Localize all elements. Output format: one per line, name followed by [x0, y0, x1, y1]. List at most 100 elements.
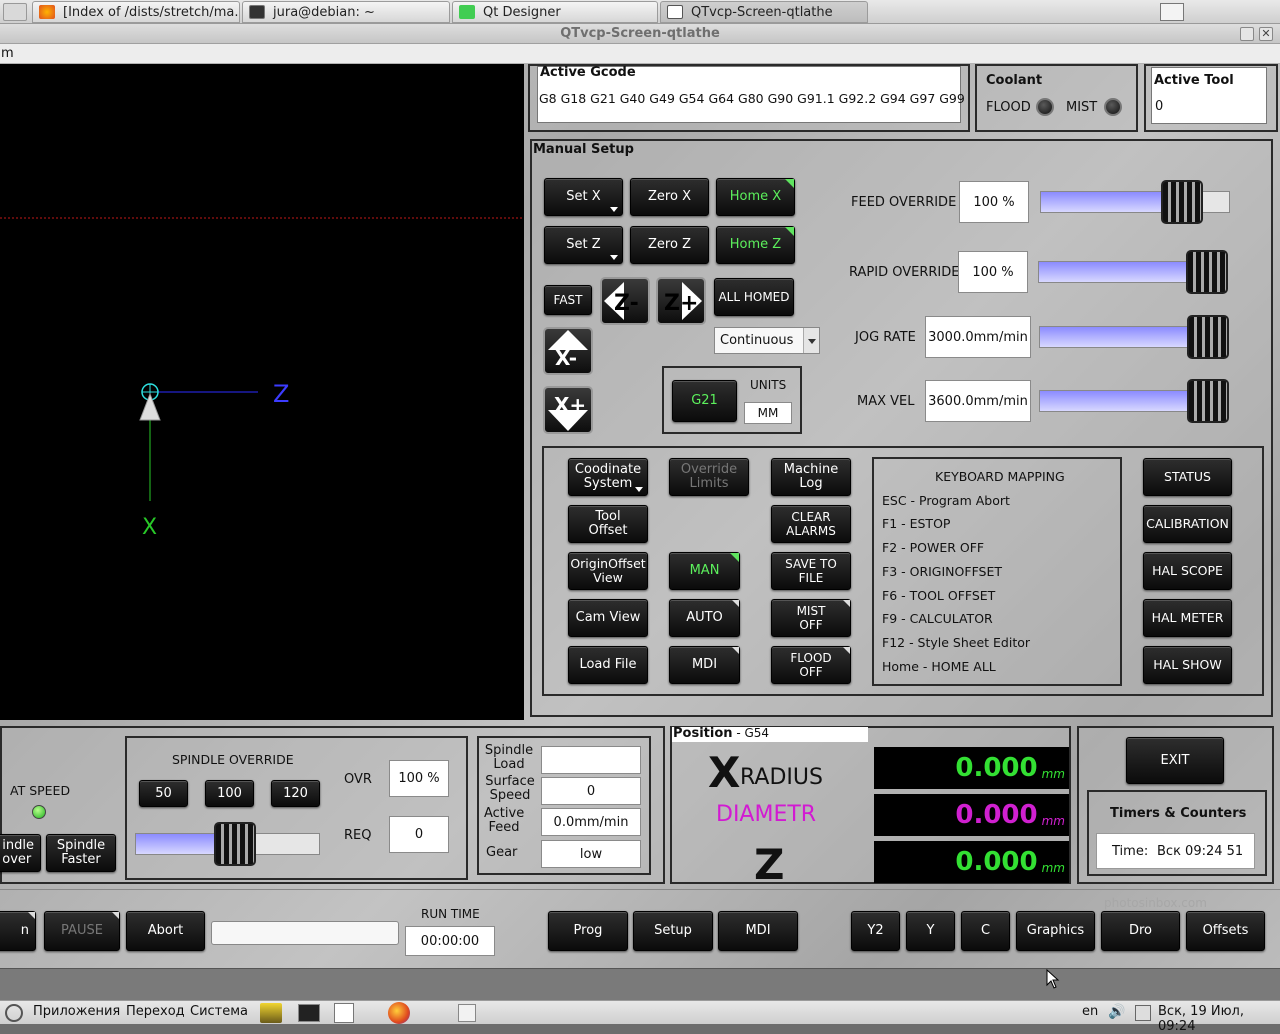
menu-item[interactable]: m — [0, 46, 14, 61]
tab-terminal[interactable]: jura@debian: ~ — [242, 1, 450, 23]
flood-off-button[interactable]: FLOOD OFF — [771, 646, 851, 684]
graphics-preview[interactable]: Z X — [0, 64, 524, 720]
home-z-button[interactable]: Home Z — [716, 226, 795, 264]
tab-qt-designer[interactable]: Qt Designer — [452, 1, 658, 23]
active-tool-value: 0 — [1155, 99, 1164, 114]
menu-places[interactable]: Переход — [126, 1004, 185, 1019]
active-feed-label: Active Feed — [484, 806, 525, 835]
spindle-50-button[interactable]: 50 — [139, 780, 188, 807]
linuxcnc-launcher-icon[interactable] — [260, 1003, 282, 1023]
terminal-launcher-icon[interactable] — [298, 1004, 320, 1022]
set-z-button[interactable]: Set Z — [544, 226, 623, 264]
at-speed-led — [32, 805, 46, 819]
rapid-override-handle[interactable] — [1186, 250, 1228, 294]
view-y-button[interactable]: Y — [906, 911, 955, 951]
app-menu-icon[interactable] — [3, 3, 27, 21]
trash-icon[interactable] — [458, 1004, 476, 1022]
menu-system[interactable]: Система — [190, 1004, 248, 1019]
home-x-button[interactable]: Home X — [716, 178, 795, 216]
zero-z-button[interactable]: Zero Z — [630, 226, 709, 264]
hal-show-button[interactable]: HAL SHOW — [1143, 646, 1232, 684]
network-icon[interactable] — [1135, 1005, 1151, 1021]
override-limits-button[interactable]: Override Limits — [669, 458, 749, 496]
jog-x-minus-button[interactable]: X- — [543, 327, 593, 375]
volume-icon[interactable]: 🔊 — [1108, 1004, 1125, 1020]
zero-x-button[interactable]: Zero X — [630, 178, 709, 216]
auto-mode-button[interactable]: AUTO — [669, 599, 740, 637]
program-progress-bar — [211, 921, 399, 945]
window-icon — [667, 5, 683, 19]
units-value: MM — [744, 402, 792, 424]
machine-log-button[interactable]: Machine Log — [771, 458, 851, 496]
clock[interactable]: Вск, 19 Июл, 09:24 — [1158, 1004, 1280, 1034]
abort-button[interactable]: Abort — [126, 911, 205, 951]
firefox-launcher-icon[interactable] — [388, 1002, 410, 1024]
firefox-icon — [39, 5, 55, 19]
coord-system-button[interactable]: Coodinate System — [568, 458, 648, 496]
keymap-item: F1 - ESTOP — [882, 516, 951, 531]
spindle-100-button[interactable]: 100 — [205, 780, 254, 807]
fast-button[interactable]: FAST — [544, 285, 592, 315]
gear-label: Gear — [486, 845, 518, 860]
tab-setup[interactable]: Setup — [633, 911, 713, 951]
taskbar: Приложения Переход Система en 🔊 Вск, 19 … — [0, 1000, 1280, 1034]
jog-z-minus-button[interactable]: Z- — [600, 277, 650, 325]
calibration-button[interactable]: CALIBRATION — [1143, 505, 1232, 543]
jog-mode-select[interactable]: Continuous — [714, 327, 820, 354]
diametr-label: DIAMETR — [716, 802, 817, 827]
window-tab-bar: [Index of /dists/stretch/ma... jura@debi… — [0, 0, 1280, 24]
view-y2-button[interactable]: Y2 — [851, 911, 900, 951]
spindle-120-button[interactable]: 120 — [271, 780, 320, 807]
chevron-down-icon — [803, 328, 819, 353]
max-vel-handle[interactable] — [1187, 379, 1229, 423]
view-offsets-button[interactable]: Offsets — [1186, 911, 1265, 951]
jog-rate-label: JOG RATE — [855, 330, 916, 345]
load-file-button[interactable]: Load File — [568, 646, 648, 684]
show-desktop-icon[interactable] — [1160, 3, 1184, 21]
spindle-slower-button[interactable]: indle over — [0, 834, 41, 872]
set-x-button[interactable]: Set X — [544, 178, 623, 216]
svg-text:Z+: Z+ — [664, 291, 698, 316]
rapid-override-value: 100 % — [958, 251, 1028, 293]
status-button[interactable]: STATUS — [1143, 458, 1232, 496]
spindle-override-handle[interactable] — [213, 822, 256, 866]
tab-mdi[interactable]: MDI — [718, 911, 798, 951]
jog-z-plus-button[interactable]: Z+ — [656, 277, 706, 325]
keymap-item: F12 - Style Sheet Editor — [882, 635, 1031, 650]
jog-rate-handle[interactable] — [1187, 315, 1229, 359]
tab-qtvcp[interactable]: QTvcp-Screen-qtlathe — [660, 1, 868, 23]
cam-view-button[interactable]: Cam View — [568, 599, 648, 637]
tool-offset-button[interactable]: Tool Offset — [568, 505, 648, 543]
close-icon[interactable]: ✕ — [1259, 27, 1273, 41]
view-graphics-button[interactable]: Graphics — [1016, 911, 1095, 951]
view-c-button[interactable]: C — [961, 911, 1010, 951]
tab-firefox[interactable]: [Index of /dists/stretch/ma... — [32, 1, 240, 23]
man-mode-button[interactable]: MAN — [669, 552, 740, 590]
mist-off-button[interactable]: MIST OFF — [771, 599, 851, 637]
hal-meter-button[interactable]: HAL METER — [1143, 599, 1232, 637]
view-dro-button[interactable]: Dro — [1101, 911, 1180, 951]
clear-alarms-button[interactable]: CLEAR ALARMS — [771, 505, 851, 543]
g21-button[interactable]: G21 — [672, 380, 737, 422]
keyboard-layout[interactable]: en — [1082, 1004, 1098, 1019]
minimize-icon[interactable] — [1240, 27, 1254, 41]
tab-prog[interactable]: Prog — [548, 911, 628, 951]
run-button[interactable]: n — [0, 911, 36, 951]
tab-label: QTvcp-Screen-qtlathe — [691, 4, 833, 20]
hal-scope-button[interactable]: HAL SCOPE — [1143, 552, 1232, 590]
feed-override-handle[interactable] — [1161, 180, 1204, 224]
all-homed-button[interactable]: ALL HOMED — [714, 278, 794, 316]
keymap-item: F2 - POWER OFF — [882, 540, 985, 555]
surface-speed-label: Surface Speed — [485, 774, 535, 803]
menu-applications[interactable]: Приложения — [33, 1004, 120, 1019]
origin-offset-view-button[interactable]: OriginOffset View — [568, 552, 648, 590]
jog-x-plus-button[interactable]: X+ — [543, 386, 593, 434]
save-to-file-button[interactable]: SAVE TO FILE — [771, 552, 851, 590]
exit-button[interactable]: EXIT — [1126, 737, 1224, 784]
mdi-mode-button[interactable]: MDI — [669, 646, 740, 684]
pause-button[interactable]: PAUSE — [44, 911, 120, 951]
x-minus-icon: X- — [548, 330, 588, 370]
spindle-faster-button[interactable]: Spindle Faster — [46, 834, 116, 872]
at-speed-label: AT SPEED — [10, 783, 71, 798]
editor-launcher-icon[interactable] — [334, 1003, 354, 1023]
